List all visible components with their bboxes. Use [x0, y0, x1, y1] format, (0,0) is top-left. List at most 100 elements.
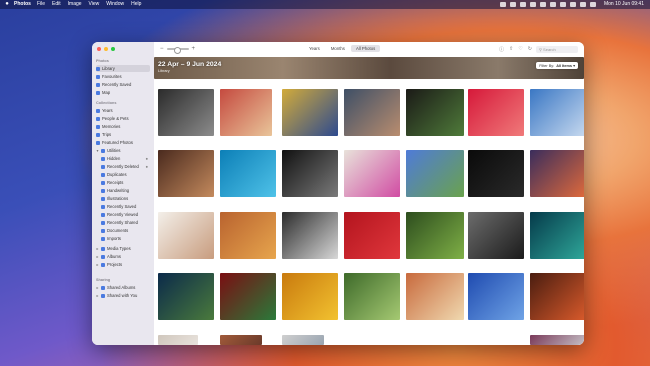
photo-thumbnail[interactable] — [344, 89, 400, 136]
chevron-down-icon[interactable]: ▾ — [96, 148, 99, 153]
minimize-button[interactable] — [104, 47, 108, 51]
menu-edit[interactable]: Edit — [52, 0, 61, 9]
photo-thumbnail[interactable] — [530, 150, 584, 197]
sidebar-item-receipts[interactable]: Receipts — [96, 179, 150, 186]
rotate-icon[interactable]: ↻ — [528, 46, 532, 53]
apple-menu-icon[interactable]: ● — [0, 0, 14, 9]
sidebar-item-shared-with-you[interactable]: ▸ Shared with You — [96, 292, 150, 299]
chevron-right-icon[interactable]: ▸ — [96, 246, 99, 251]
photo-thumbnail[interactable] — [530, 335, 584, 345]
sidebar-item-projects[interactable]: ▸ Projects — [96, 261, 150, 268]
photo-thumbnail[interactable] — [158, 89, 214, 136]
status-icon[interactable] — [559, 2, 566, 7]
sidebar-item-recently-saved-util[interactable]: Recently Saved — [96, 203, 150, 210]
photo-thumbnail[interactable] — [158, 212, 214, 259]
photo-thumbnail[interactable] — [530, 89, 584, 136]
status-icon[interactable] — [519, 2, 526, 7]
sidebar-item-recently-viewed[interactable]: Recently Viewed — [96, 211, 150, 218]
menu-app-name[interactable]: Photos — [14, 0, 31, 9]
photo-thumbnail[interactable] — [158, 150, 214, 197]
photo-thumbnail[interactable] — [344, 212, 400, 259]
photo-thumbnail[interactable] — [530, 273, 584, 320]
zoom-button[interactable] — [111, 47, 115, 51]
sidebar-item-recently-deleted[interactable]: Recently Deleted ● — [96, 163, 150, 170]
photo-thumbnail[interactable] — [468, 212, 524, 259]
menu-help[interactable]: Help — [131, 0, 141, 9]
photo-thumbnail[interactable] — [282, 89, 338, 136]
sidebar-item-duplicates[interactable]: Duplicates — [96, 171, 150, 178]
sidebar-item-shared-albums[interactable]: ▸ Shared Albums — [96, 284, 150, 291]
status-icon[interactable] — [499, 2, 506, 7]
photo-thumbnail[interactable] — [220, 335, 262, 345]
sidebar-item-map[interactable]: Map — [96, 89, 150, 96]
zoom-in-icon[interactable]: + — [192, 46, 196, 52]
sidebar-item-utilities[interactable]: ▾ Utilities — [96, 147, 150, 154]
photo-thumbnail[interactable] — [220, 273, 276, 320]
photo-thumbnail[interactable] — [406, 150, 464, 197]
search-input[interactable]: ⚲ Search — [536, 45, 578, 53]
zoom-slider[interactable] — [166, 46, 189, 54]
photo-thumbnail[interactable] — [282, 273, 338, 320]
photo-thumbnail[interactable] — [282, 212, 338, 259]
sidebar-item-documents[interactable]: Documents — [96, 227, 150, 234]
zoom-out-icon[interactable]: − — [160, 46, 164, 52]
sidebar-item-memories[interactable]: Memories — [96, 123, 150, 130]
photo-thumbnail[interactable] — [468, 273, 524, 320]
chevron-right-icon[interactable]: ▸ — [96, 285, 99, 290]
status-icon[interactable] — [549, 2, 556, 7]
sidebar-item-years[interactable]: Years — [96, 107, 150, 114]
zoom-slider-knob[interactable] — [173, 46, 181, 54]
photo-thumbnail[interactable] — [344, 273, 400, 320]
heart-icon[interactable]: ♡ — [518, 46, 522, 53]
menu-view[interactable]: View — [89, 0, 100, 9]
photo-thumbnail[interactable] — [220, 150, 276, 197]
sidebar-item-trips[interactable]: Trips — [96, 131, 150, 138]
chevron-right-icon[interactable]: ▸ — [96, 254, 99, 259]
share-icon[interactable]: ⇧ — [509, 46, 513, 53]
photo-thumbnail[interactable] — [220, 89, 272, 136]
menu-file[interactable]: File — [37, 0, 45, 9]
photo-thumbnail[interactable] — [468, 89, 524, 136]
sidebar-item-albums[interactable]: ▸ Albums — [96, 253, 150, 260]
tab-years[interactable]: Years — [304, 45, 325, 52]
eye-icon — [101, 212, 105, 217]
photo-thumbnail[interactable] — [406, 89, 464, 136]
sidebar-item-recently-saved[interactable]: Recently Saved — [96, 81, 150, 88]
info-icon[interactable]: ⓘ — [499, 46, 504, 53]
sidebar-item-library[interactable]: Library — [96, 65, 150, 72]
photo-thumbnail[interactable] — [158, 335, 198, 345]
photo-thumbnail[interactable] — [530, 212, 584, 259]
tab-all-photos[interactable]: All Photos — [350, 45, 381, 52]
status-icon[interactable] — [529, 2, 536, 7]
photo-thumbnail[interactable] — [468, 150, 524, 197]
sidebar-item-handwriting[interactable]: Handwriting — [96, 187, 150, 194]
photo-thumbnail[interactable] — [282, 150, 338, 197]
menu-window[interactable]: Window — [106, 0, 124, 9]
sidebar-item-media-types[interactable]: ▸ Media Types — [96, 245, 150, 252]
sidebar-item-illustrations[interactable]: Illustrations — [96, 195, 150, 202]
status-icon[interactable] — [509, 2, 516, 7]
sidebar-item-hidden[interactable]: Hidden ● — [96, 155, 150, 162]
sidebar-item-people[interactable]: People & Pets — [96, 115, 150, 122]
sidebar-item-recently-shared[interactable]: Recently Shared — [96, 219, 150, 226]
status-icon[interactable] — [539, 2, 546, 7]
photo-thumbnail[interactable] — [282, 335, 324, 345]
photo-thumbnail[interactable] — [158, 273, 214, 320]
chevron-right-icon[interactable]: ▸ — [96, 262, 99, 267]
chevron-right-icon[interactable]: ▸ — [96, 293, 99, 298]
tab-months[interactable]: Months — [326, 45, 350, 52]
filter-button[interactable]: Filter By: All Items ▾ — [536, 62, 578, 69]
search-icon[interactable] — [579, 2, 586, 7]
menu-clock[interactable]: Mon 10 Jun 09:41 — [604, 0, 644, 9]
control-center-icon[interactable] — [589, 2, 596, 7]
sidebar-item-imports[interactable]: Imports — [96, 235, 150, 242]
wifi-icon[interactable] — [569, 2, 576, 7]
sidebar-item-featured[interactable]: Featured Photos — [96, 139, 150, 146]
menu-image[interactable]: Image — [68, 0, 82, 9]
photo-thumbnail[interactable] — [220, 212, 276, 259]
sidebar-item-favourites[interactable]: Favourites — [96, 73, 150, 80]
photo-thumbnail[interactable] — [344, 150, 400, 197]
close-button[interactable] — [97, 47, 101, 51]
photo-thumbnail[interactable] — [406, 212, 464, 259]
photo-thumbnail[interactable] — [406, 273, 464, 320]
